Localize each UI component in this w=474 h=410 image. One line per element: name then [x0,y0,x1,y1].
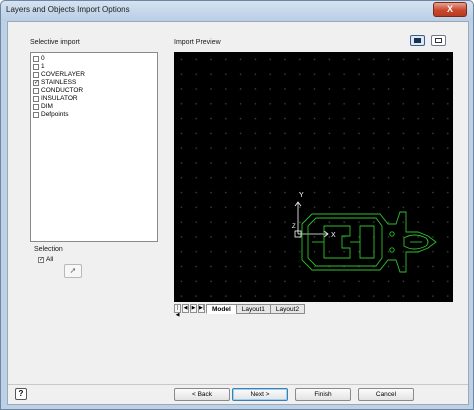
layer-label: 1 [41,63,45,70]
layer-checkbox[interactable]: ✓ [33,80,39,86]
light-background-toggle[interactable] [431,35,446,46]
select-all-checkbox[interactable]: ✓ [38,256,44,263]
selection-heading: Selection [34,246,63,253]
window-title: Layers and Objects Import Options [6,5,130,14]
layer-label: COVERLAYER [41,71,85,78]
layer-list-item[interactable]: COVERLAYER [31,71,157,79]
cancel-button[interactable]: Cancel [358,388,414,401]
last-tab-button[interactable]: ▶| [198,304,205,313]
layer-label: CONDUCTOR [41,87,84,94]
layer-checkbox[interactable] [33,96,39,102]
layer-checkbox[interactable] [33,56,39,62]
help-icon[interactable]: ? [15,388,27,400]
tab-model[interactable]: Model [206,303,237,314]
circuit-outline [301,211,437,273]
layer-list-item[interactable]: CONDUCTOR [31,87,157,95]
next-tab-button[interactable]: ▶ [190,304,197,313]
pick-cursor-button[interactable]: ➚ [64,264,82,278]
layer-checkbox[interactable] [33,64,39,70]
axis-y-label: Y [299,192,304,199]
import-preview-heading: Import Preview [174,39,221,46]
tab-layout1[interactable]: Layout1 [235,303,271,314]
layer-checkbox[interactable] [33,104,39,110]
layer-list-item[interactable]: INSULATOR [31,95,157,103]
axis-x-label: X [331,232,336,239]
layer-list[interactable]: 0 1 COVERLAYER ✓ STAINLESS CONDUCTOR INSULATOR… [30,52,158,242]
preview-drawing: Y X Z [292,192,437,273]
close-button[interactable]: X [433,2,467,17]
dark-background-toggle[interactable] [410,35,425,46]
layout-tab-strip: |◀ ◀ ▶ ▶| Model Layout1 Layout2 [174,303,306,318]
footer-divider [8,384,468,385]
layer-label: Defpoints [41,111,69,118]
layer-list-item[interactable]: Defpoints [31,111,157,119]
next-button[interactable]: Next > [232,388,288,401]
select-all-checkbox-row[interactable]: ✓ All [38,256,53,263]
layer-label: 0 [41,55,45,62]
layer-list-item[interactable]: ✓ STAINLESS [31,79,157,87]
axis-z-label: Z [292,224,296,230]
dark-screen-icon [414,38,421,43]
layer-checkbox[interactable] [33,88,39,94]
tab-layout2[interactable]: Layout2 [269,303,306,314]
ucs-axis-icon [294,201,329,238]
dialog-body: Selective import 0 1 COVERLAYER ✓ STAINLESS C… [7,21,469,405]
layer-list-item[interactable]: DIM [31,103,157,111]
cursor-arrow-icon: ➚ [69,266,77,275]
previous-tab-button[interactable]: ◀ [182,304,189,313]
finish-button[interactable]: Finish [295,388,351,401]
selective-import-heading: Selective import [30,39,80,46]
dialog-window: Layers and Objects Import Options X Sele… [0,0,474,410]
back-button[interactable]: < Back [174,388,230,401]
layer-label: STAINLESS [41,79,77,86]
layer-checkbox[interactable] [33,112,39,118]
layer-label: INSULATOR [41,95,78,102]
title-bar[interactable]: Layers and Objects Import Options X [1,1,473,21]
select-all-label: All [46,256,54,263]
import-preview-canvas[interactable]: Y X Z [174,52,453,302]
first-tab-button[interactable]: |◀ [174,304,181,318]
layer-checkbox[interactable] [33,72,39,78]
layer-list-item[interactable]: 0 [31,55,157,63]
layer-list-item[interactable]: 1 [31,63,157,71]
layer-label: DIM [41,103,53,110]
light-screen-icon [435,38,442,43]
